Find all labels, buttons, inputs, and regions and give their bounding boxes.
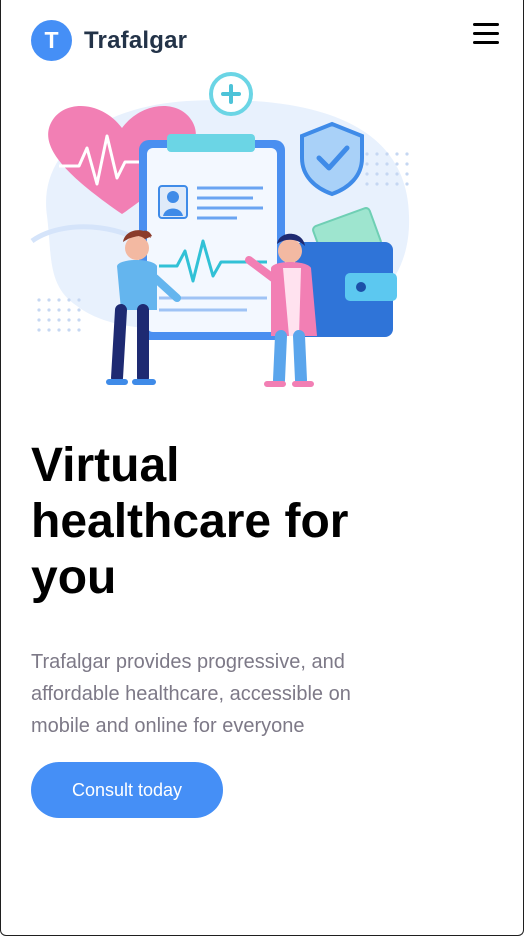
hero-description: Trafalgar provides progressive, and affo… — [31, 651, 351, 737]
logo-icon[interactable]: T — [31, 20, 72, 61]
brand-name[interactable]: Trafalgar — [84, 27, 187, 55]
medical-clipboard-icon — [139, 134, 285, 340]
shield-check-icon — [300, 121, 364, 197]
hamburger-menu-icon[interactable] — [470, 20, 502, 50]
hero-headline: Virtual healthcare for you — [31, 439, 349, 604]
consult-today-button[interactable]: Consult today — [31, 762, 223, 818]
virtual-healthcare-illustration — [30, 72, 410, 387]
medical-plus-icon — [209, 72, 253, 116]
